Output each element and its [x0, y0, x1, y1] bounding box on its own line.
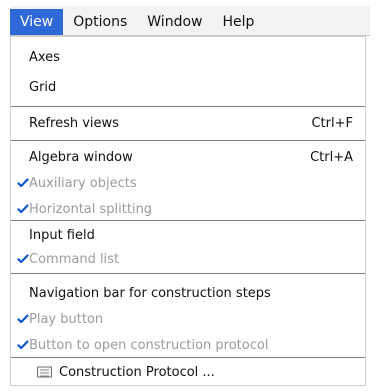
menu-item-shortcut: Ctrl+A	[310, 149, 353, 165]
menu-item-label: Play button	[29, 311, 104, 327]
menu-item-label: Algebra window	[29, 149, 133, 165]
menu-item-command-list: Command list	[11, 247, 365, 271]
menu-item-shortcut: Ctrl+F	[311, 115, 353, 131]
menu-item-refresh-views[interactable]: Refresh views Ctrl+F	[11, 111, 365, 135]
menu-options[interactable]: Options	[63, 9, 137, 35]
menu-item-label: Axes	[29, 49, 60, 65]
menu-item-axes[interactable]: Axes	[11, 45, 365, 69]
menu-item-label: Button to open construction protocol	[29, 337, 269, 353]
menu-window[interactable]: Window	[137, 9, 212, 35]
menu-bar: View Options Window Help	[10, 6, 370, 36]
separator	[11, 140, 365, 141]
menu-item-auxiliary-objects: Auxiliary objects	[11, 171, 365, 195]
menu-item-label: Grid	[29, 79, 57, 95]
checkmark-icon	[17, 253, 29, 265]
checkmark-icon	[17, 313, 29, 325]
menu-item-play-button: Play button	[11, 307, 365, 331]
menu-item-input-field[interactable]: Input field	[11, 223, 365, 247]
menu-item-construction-protocol[interactable]: Construction Protocol ...	[11, 360, 365, 384]
menu-item-label: Command list	[29, 251, 120, 267]
menu-item-label: Refresh views	[29, 115, 119, 131]
checkmark-icon	[17, 177, 29, 189]
menu-item-label: Input field	[29, 227, 95, 243]
view-dropdown: Axes Grid Refresh views Ctrl+F Algebra w…	[10, 36, 366, 386]
separator	[11, 357, 365, 358]
menu-view[interactable]: View	[10, 9, 64, 35]
menu-item-grid[interactable]: Grid	[11, 75, 365, 99]
menu-item-label: Navigation bar for construction steps	[29, 285, 271, 301]
menu-item-navigation-bar[interactable]: Navigation bar for construction steps	[11, 281, 365, 305]
menu-item-open-construction-protocol-button: Button to open construction protocol	[11, 333, 365, 357]
checkmark-icon	[17, 203, 29, 215]
separator	[11, 273, 365, 274]
menu-help[interactable]: Help	[212, 9, 264, 35]
checkmark-icon	[17, 339, 29, 351]
menu-item-algebra-window[interactable]: Algebra window Ctrl+A	[11, 145, 365, 169]
menu-item-label: Horizontal splitting	[29, 201, 153, 217]
separator	[11, 220, 365, 221]
menu-item-label: Construction Protocol ...	[59, 364, 215, 380]
separator	[11, 106, 365, 107]
menu-item-label: Auxiliary objects	[29, 175, 137, 191]
window-icon	[37, 366, 52, 378]
menu-item-horizontal-splitting: Horizontal splitting	[11, 197, 365, 221]
